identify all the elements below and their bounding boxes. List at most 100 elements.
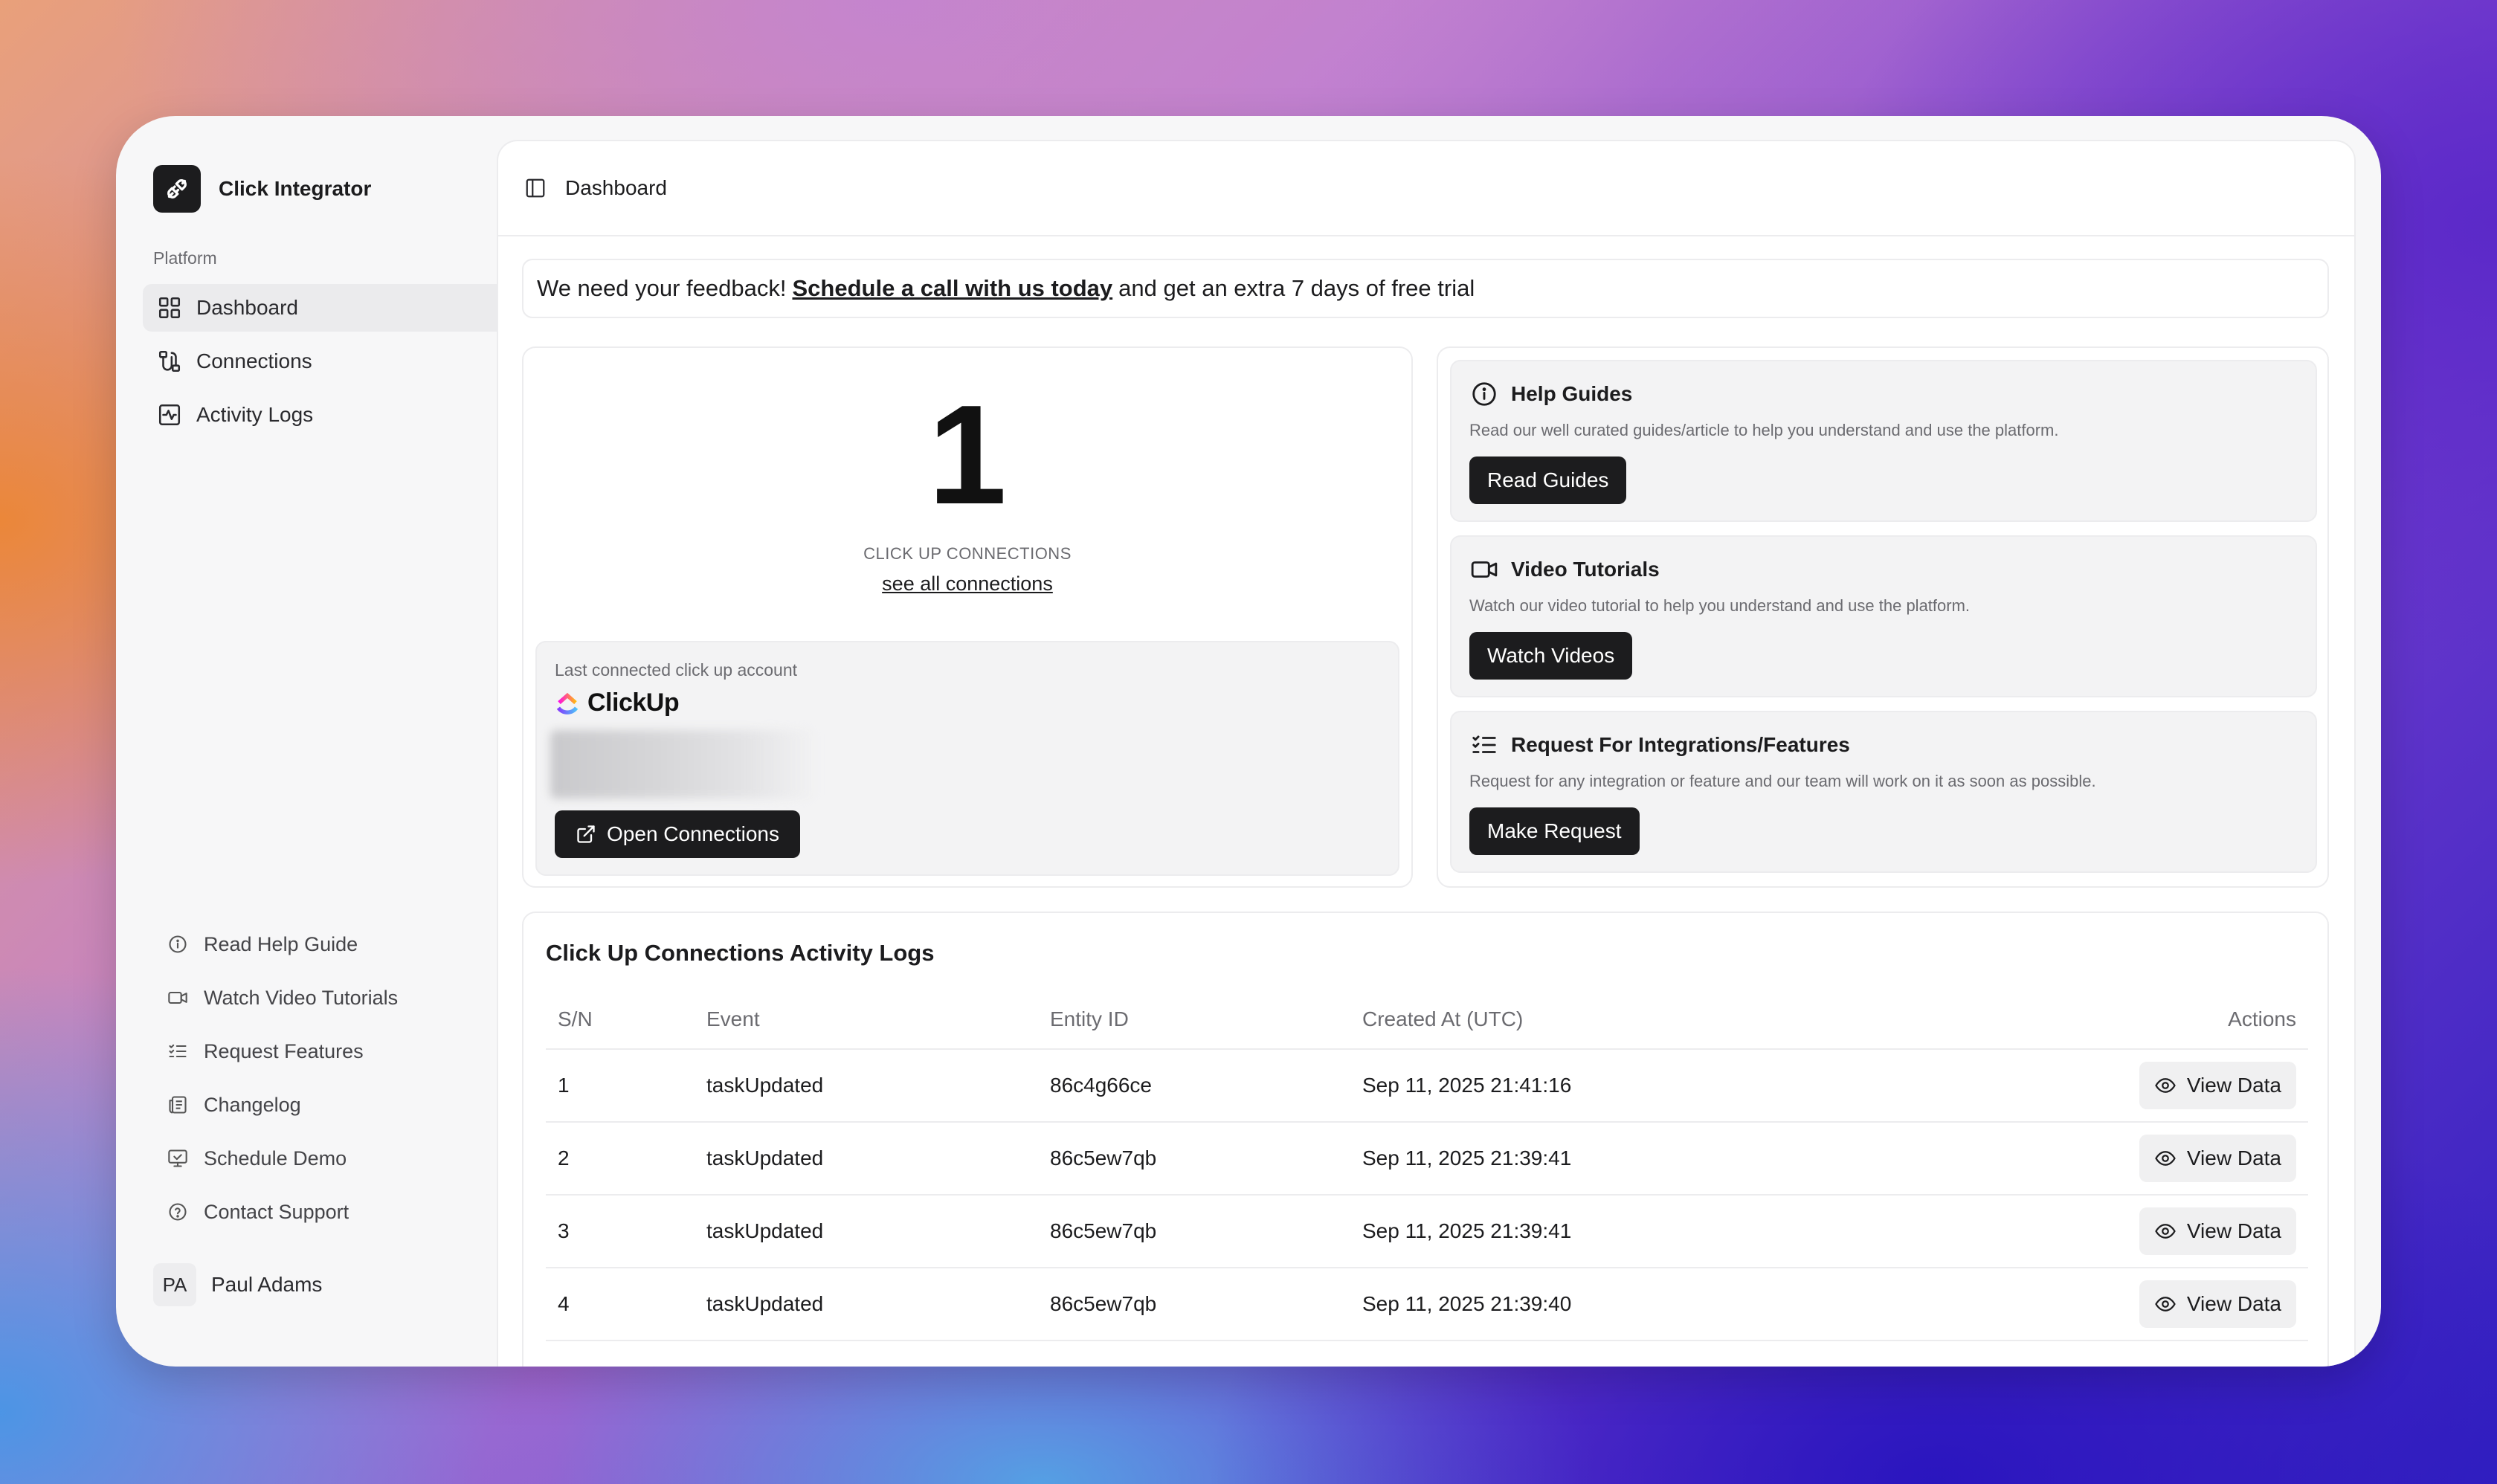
checklist-icon: [1469, 730, 1499, 760]
make-request-button[interactable]: Make Request: [1469, 807, 1640, 855]
link-contact-support[interactable]: Contact Support: [159, 1188, 546, 1236]
external-link-icon: [576, 824, 596, 845]
activity-logs-title: Click Up Connections Activity Logs: [546, 940, 935, 966]
section-label-platform: Platform: [153, 248, 217, 268]
feedback-banner: We need your feedback! Schedule a call w…: [522, 259, 2329, 318]
cell-entity-id: 86c5ew7qb: [1050, 1219, 1157, 1242]
clickup-logo: ClickUp: [555, 688, 680, 717]
sidebar: Click Integrator Platform Dashboard Conn…: [116, 116, 564, 1367]
connection-icon: [156, 348, 183, 375]
link-changelog[interactable]: Changelog: [159, 1081, 546, 1129]
view-data-label: View Data: [2186, 1292, 2281, 1315]
cell-sn: 4: [558, 1292, 570, 1315]
cell-sn: 3: [558, 1219, 570, 1242]
cell-entity-id: 86c5ew7qb: [1050, 1146, 1157, 1170]
read-guides-button[interactable]: Read Guides: [1469, 457, 1627, 504]
newspaper-icon: [167, 1094, 189, 1116]
view-data-label: View Data: [2186, 1146, 2281, 1170]
eye-icon: [2154, 1147, 2177, 1170]
connections-label: CLICK UP CONNECTIONS: [863, 544, 1072, 563]
request-features-title: Request For Integrations/Features: [1511, 733, 1850, 756]
cell-sn: 1: [558, 1074, 570, 1097]
link-request-features[interactable]: Request Features: [159, 1027, 546, 1075]
activity-logs-card: Click Up Connections Activity Logs S/N E…: [522, 912, 2329, 1367]
view-data-button[interactable]: View Data: [2139, 1280, 2296, 1328]
link-watch-video-tutorials[interactable]: Watch Video Tutorials: [159, 974, 546, 1022]
cell-event: taskUpdated: [706, 1292, 824, 1315]
cell-created-at: Sep 11, 2025 21:39:41: [1362, 1146, 1572, 1170]
view-data-button[interactable]: View Data: [2139, 1207, 2296, 1255]
plug-icon: [153, 165, 201, 213]
link-label: Changelog: [204, 1093, 301, 1116]
column-header-sn: S/N: [558, 1007, 593, 1030]
table-row: 2 taskUpdated 86c5ew7qb Sep 11, 2025 21:…: [546, 1123, 2308, 1196]
resources-card: Help Guides Read our well curated guides…: [1437, 346, 2329, 888]
video-icon: [167, 987, 189, 1009]
clickup-wordmark: ClickUp: [587, 688, 680, 717]
sidebar-help-links: Read Help Guide Watch Video Tutorials Re…: [159, 920, 546, 1242]
connections-card: 1 CLICK UP CONNECTIONS see all connectio…: [522, 346, 1413, 888]
request-features-box: Request For Integrations/Features Reques…: [1450, 711, 2317, 873]
cell-event: taskUpdated: [706, 1219, 824, 1242]
activity-table: S/N Event Entity ID Created At (UTC) Act…: [546, 990, 2308, 1341]
column-header-event: Event: [706, 1007, 760, 1030]
last-connected-label: Last connected click up account: [555, 660, 798, 680]
video-icon: [1469, 555, 1499, 584]
cell-event: taskUpdated: [706, 1146, 824, 1170]
sidebar-item-label: Activity Logs: [196, 403, 314, 426]
cell-created-at: Sep 11, 2025 21:39:41: [1362, 1219, 1572, 1242]
cell-entity-id: 86c5ew7qb: [1050, 1292, 1157, 1315]
cell-event: taskUpdated: [706, 1074, 824, 1097]
help-circle-icon: [167, 1201, 189, 1223]
connections-count: 1: [928, 376, 1007, 534]
help-guides-description: Read our well curated guides/article to …: [1469, 421, 2059, 439]
app-window: Click Integrator Platform Dashboard Conn…: [116, 116, 2381, 1367]
open-connections-label: Open Connections: [607, 822, 779, 845]
table-row: 4 taskUpdated 86c5ew7qb Sep 11, 2025 21:…: [546, 1268, 2308, 1341]
link-label: Read Help Guide: [204, 932, 358, 955]
column-header-created-at: Created At (UTC): [1362, 1007, 1524, 1030]
open-connections-button[interactable]: Open Connections: [555, 810, 800, 858]
checklist-icon: [167, 1040, 189, 1062]
user-name: Paul Adams: [211, 1273, 323, 1296]
cell-sn: 2: [558, 1146, 570, 1170]
link-label: Schedule Demo: [204, 1146, 347, 1170]
top-bar: Dashboard: [498, 141, 2354, 236]
link-read-help-guide[interactable]: Read Help Guide: [159, 920, 546, 968]
video-tutorials-title: Video Tutorials: [1511, 558, 1660, 581]
link-label: Request Features: [204, 1039, 364, 1062]
view-data-button[interactable]: View Data: [2139, 1135, 2296, 1182]
view-data-label: View Data: [2186, 1219, 2281, 1242]
info-icon: [167, 933, 189, 955]
info-icon: [1469, 379, 1499, 409]
eye-icon: [2154, 1293, 2177, 1315]
monitor-icon: [167, 1147, 189, 1170]
link-schedule-demo[interactable]: Schedule Demo: [159, 1135, 546, 1182]
account-avatar-blurred: [550, 730, 818, 799]
schedule-call-link[interactable]: Schedule a call with us today: [792, 275, 1112, 302]
activity-icon: [156, 401, 183, 428]
brand[interactable]: Click Integrator: [153, 165, 371, 213]
cell-created-at: Sep 11, 2025 21:41:16: [1362, 1074, 1572, 1097]
sidebar-item-label: Dashboard: [196, 296, 298, 319]
watch-videos-button[interactable]: Watch Videos: [1469, 632, 1633, 680]
sidebar-item-label: Connections: [196, 349, 312, 372]
cell-entity-id: 86c4g66ce: [1050, 1074, 1153, 1097]
see-all-connections-link[interactable]: see all connections: [882, 572, 1053, 595]
main-panel: Dashboard We need your feedback! Schedul…: [498, 141, 2354, 1367]
table-header: S/N Event Entity ID Created At (UTC) Act…: [546, 990, 2308, 1050]
page-title: Dashboard: [565, 176, 667, 199]
help-guides-box: Help Guides Read our well curated guides…: [1450, 360, 2317, 522]
table-row: 1 taskUpdated 86c4g66ce Sep 11, 2025 21:…: [546, 1050, 2308, 1123]
column-header-entity-id: Entity ID: [1050, 1007, 1129, 1030]
clickup-icon: [556, 692, 579, 714]
grid-icon: [156, 294, 183, 321]
view-data-button[interactable]: View Data: [2139, 1062, 2296, 1109]
banner-text-end: and get an extra 7 days of free trial: [1118, 275, 1475, 301]
sidebar-toggle-icon[interactable]: [523, 176, 547, 200]
avatar: PA: [153, 1263, 196, 1306]
eye-icon: [2154, 1074, 2177, 1097]
view-data-label: View Data: [2186, 1074, 2281, 1097]
column-header-actions: Actions: [2228, 1007, 2296, 1030]
cell-created-at: Sep 11, 2025 21:39:40: [1362, 1292, 1572, 1315]
